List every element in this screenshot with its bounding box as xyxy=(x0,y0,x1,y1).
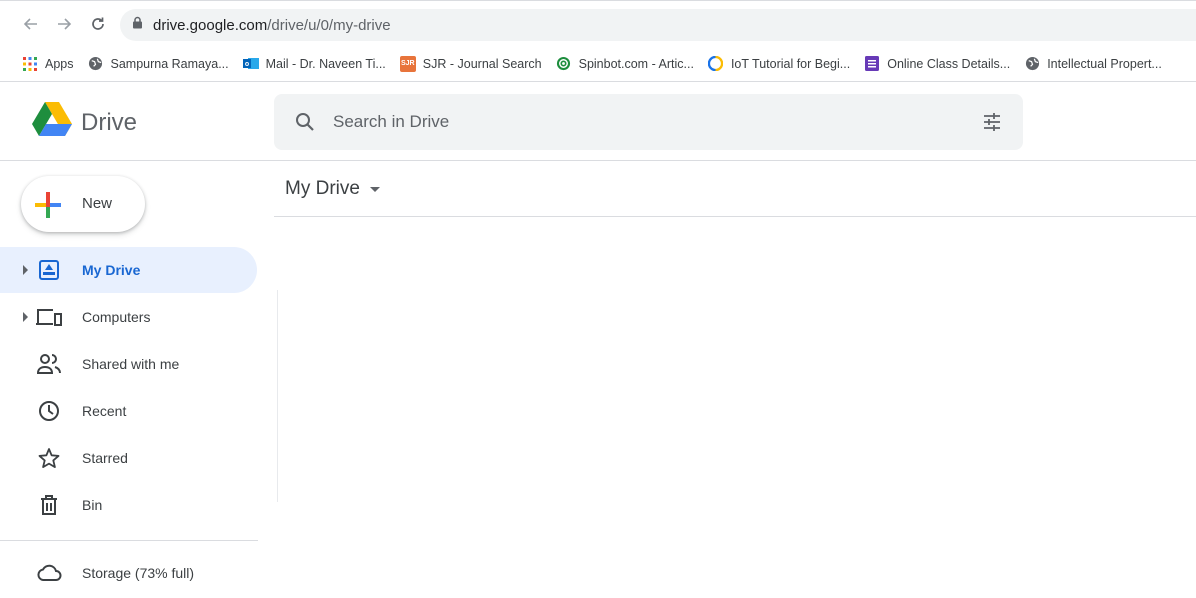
browser-toolbar: drive.google.com/drive/u/0/my-drive xyxy=(0,0,1196,46)
bookmarks-bar: Apps Sampurna Ramaya... o Mail - Dr. Nav… xyxy=(0,46,1196,82)
search-input[interactable]: Search in Drive xyxy=(333,112,449,132)
forms-icon xyxy=(864,56,880,72)
drive-logo[interactable]: Drive xyxy=(32,102,137,143)
bookmark-label: Mail - Dr. Naveen Ti... xyxy=(265,56,386,71)
computers-icon xyxy=(36,305,62,329)
search-bar[interactable]: Search in Drive xyxy=(274,94,1023,150)
bookmark-label: IoT Tutorial for Begi... xyxy=(730,56,851,71)
sidebar-item-label: Bin xyxy=(82,497,103,513)
forward-arrow-icon[interactable] xyxy=(53,13,75,35)
sidebar-item-label: Starred xyxy=(82,450,128,466)
sidebar-item-label: Computers xyxy=(82,309,151,325)
dropdown-caret-icon xyxy=(369,186,380,192)
svg-text:o: o xyxy=(244,61,248,68)
page-title: My Drive xyxy=(285,178,360,199)
search-options-icon[interactable] xyxy=(981,111,1003,138)
url-text: drive.google.com/drive/u/0/my-drive xyxy=(153,17,391,34)
bookmark-label: SJR - Journal Search xyxy=(422,56,542,71)
url-host: drive.google.com xyxy=(153,16,268,34)
expand-arrow-icon[interactable] xyxy=(23,265,28,275)
sidebar-item-computers[interactable]: Computers xyxy=(0,294,257,340)
bookmark-label: Intellectual Propert... xyxy=(1047,56,1162,71)
new-button-label: New xyxy=(82,195,113,212)
sidebar-item-starred[interactable]: Starred xyxy=(0,435,257,481)
bookmark-label: Online Class Details... xyxy=(887,56,1011,71)
reload-icon[interactable] xyxy=(87,13,109,35)
sidebar-item-shared-with-me[interactable]: Shared with me xyxy=(0,341,257,387)
clock-icon xyxy=(36,399,62,423)
sidebar-item-storage[interactable]: Storage (73% full) xyxy=(0,550,257,596)
bookmark-online-class[interactable]: Online Class Details... xyxy=(864,56,1010,72)
bookmark-spinbot[interactable]: Spinbot.com - Artic... xyxy=(556,56,694,72)
apps-grid-icon xyxy=(22,56,38,72)
sidebar-item-label: My Drive xyxy=(82,262,141,278)
sjr-icon: SJR xyxy=(399,55,416,72)
drive-header: Drive Search in Drive xyxy=(0,82,1196,161)
star-icon xyxy=(36,446,62,470)
new-button[interactable]: New xyxy=(21,176,145,232)
outlook-icon: o xyxy=(242,56,259,72)
bookmark-label: Spinbot.com - Artic... xyxy=(578,56,694,71)
url-path: /drive/u/0/my-drive xyxy=(267,16,391,34)
address-bar[interactable]: drive.google.com/drive/u/0/my-drive xyxy=(120,9,1196,41)
iot-icon xyxy=(708,56,724,72)
expand-arrow-icon[interactable] xyxy=(23,312,28,322)
app-title: Drive xyxy=(81,108,138,136)
bookmark-mail[interactable]: o Mail - Dr. Naveen Ti... xyxy=(242,56,386,72)
sidebar-item-label: Recent xyxy=(82,403,127,419)
bookmark-sampurna[interactable]: Sampurna Ramaya... xyxy=(88,56,229,72)
my-drive-dropdown[interactable]: My Drive xyxy=(285,178,380,200)
drive-logo-icon xyxy=(32,102,72,143)
bookmark-label: Sampurna Ramaya... xyxy=(110,56,229,71)
plus-icon xyxy=(35,192,61,223)
globe-icon xyxy=(1024,56,1040,72)
lock-icon xyxy=(132,16,143,34)
sidebar-item-recent[interactable]: Recent xyxy=(0,388,257,434)
back-arrow-icon[interactable] xyxy=(20,13,42,35)
bookmark-intellectual[interactable]: Intellectual Propert... xyxy=(1024,56,1162,72)
sidebar: New My Drive Computers Shared with me Re… xyxy=(0,161,276,598)
bookmark-sjr[interactable]: SJR SJR - Journal Search xyxy=(399,55,542,72)
sidebar-item-bin[interactable]: Bin xyxy=(0,482,257,528)
spinbot-icon xyxy=(556,56,572,72)
bookmark-label: Apps xyxy=(45,56,74,71)
cloud-icon xyxy=(36,561,62,585)
sidebar-item-label: Shared with me xyxy=(82,356,180,372)
sidebar-divider xyxy=(0,540,258,541)
file-list-area xyxy=(278,217,1196,598)
my-drive-icon xyxy=(36,258,62,282)
trash-icon xyxy=(36,493,62,517)
storage-label: Storage (73% full) xyxy=(82,565,195,581)
bookmark-iot[interactable]: IoT Tutorial for Begi... xyxy=(708,56,850,72)
sidebar-item-my-drive[interactable]: My Drive xyxy=(0,247,257,293)
shared-people-icon xyxy=(36,352,62,376)
sjr-badge-text: SJR xyxy=(400,60,415,67)
globe-icon xyxy=(88,56,104,72)
search-icon[interactable] xyxy=(294,111,316,138)
bookmark-apps[interactable]: Apps xyxy=(22,56,74,72)
